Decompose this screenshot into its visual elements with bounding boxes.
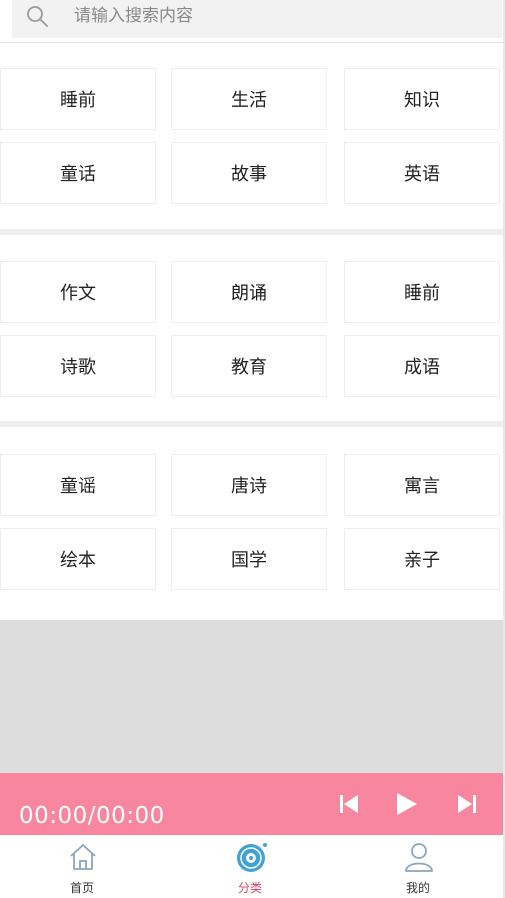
category-item[interactable]: 寓言	[344, 454, 500, 516]
category-item[interactable]: 故事	[171, 142, 327, 204]
tab-mine[interactable]: 我的	[358, 835, 478, 898]
category-item[interactable]: 成语	[344, 335, 500, 397]
tab-mine-label: 我的	[405, 881, 430, 895]
home-icon	[70, 844, 96, 870]
search-icon	[27, 6, 48, 27]
tab-category-label: 分类	[237, 881, 262, 895]
empty-content-area	[0, 620, 505, 773]
category-item[interactable]: 童话	[0, 142, 156, 204]
category-item[interactable]: 国学	[171, 528, 327, 590]
tab-home[interactable]: 首页	[22, 835, 142, 898]
category-item[interactable]: 作文	[0, 261, 156, 323]
section-divider	[0, 229, 505, 235]
category-item[interactable]: 唐诗	[171, 454, 327, 516]
user-icon	[405, 843, 433, 872]
playback-time: 00:00/00:00	[19, 803, 165, 829]
category-item[interactable]: 睡前	[0, 68, 156, 130]
category-item[interactable]: 朗诵	[171, 261, 327, 323]
search-bar: 请输入搜索内容	[0, 0, 505, 43]
category-item[interactable]: 诗歌	[0, 335, 156, 397]
category-item[interactable]: 英语	[344, 142, 500, 204]
category-item[interactable]: 睡前	[344, 261, 500, 323]
category-item[interactable]: 生活	[171, 68, 327, 130]
audio-player-bar: 00:00/00:00	[0, 773, 503, 835]
search-placeholder: 请输入搜索内容	[74, 6, 193, 26]
disc-icon	[237, 843, 267, 872]
tab-home-label: 首页	[69, 881, 94, 895]
category-item[interactable]: 亲子	[344, 528, 500, 590]
previous-track-icon[interactable]	[336, 791, 362, 817]
category-item[interactable]: 童谣	[0, 454, 156, 516]
tab-category[interactable]: 分类	[190, 835, 310, 898]
category-item[interactable]: 教育	[171, 335, 327, 397]
section-divider	[0, 421, 505, 427]
play-icon[interactable]	[393, 791, 419, 817]
search-input[interactable]: 请输入搜索内容	[12, 0, 502, 38]
category-item[interactable]: 知识	[344, 68, 500, 130]
bottom-tab-bar: 首页 分类 我的	[0, 835, 505, 898]
next-track-icon[interactable]	[454, 791, 480, 817]
category-item[interactable]: 绘本	[0, 528, 156, 590]
